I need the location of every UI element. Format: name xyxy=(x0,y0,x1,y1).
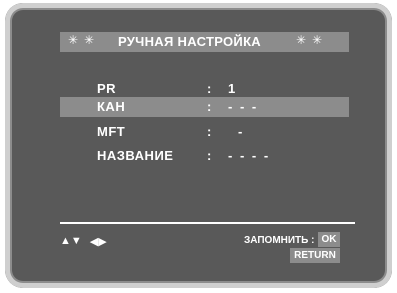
row-colon: : xyxy=(207,99,212,114)
menu-row-name[interactable]: НАЗВАНИЕ : - - - - xyxy=(60,146,349,166)
menu-row-pr[interactable]: PR : 1 xyxy=(60,79,349,99)
left-right-arrows-icon: ◀▶ xyxy=(89,236,107,248)
row-value: 1 xyxy=(228,81,238,96)
snowflake-icon: ✳ xyxy=(68,33,79,47)
row-colon: : xyxy=(207,81,212,96)
row-colon: : xyxy=(207,124,212,139)
menu-title-bar: ✳ ✳ РУЧНАЯ НАСТРОЙКА ✳ ✳ xyxy=(60,32,349,52)
menu-title: РУЧНАЯ НАСТРОЙКА xyxy=(118,34,261,49)
ok-button[interactable]: OK xyxy=(318,232,340,247)
save-label: ЗАПОМНИТЬ : xyxy=(244,235,315,246)
row-colon: : xyxy=(207,148,212,163)
row-label: НАЗВАНИЕ xyxy=(97,148,174,163)
navigation-hint: ▲▼ ◀▶ xyxy=(60,235,107,248)
menu-row-channel[interactable]: КАН : - - - xyxy=(60,97,349,117)
snowflake-icon: ✳ xyxy=(84,33,95,47)
return-button[interactable]: RETURN xyxy=(290,248,340,263)
snowflake-icon: ✳ xyxy=(296,33,307,47)
row-label: PR xyxy=(97,81,117,96)
row-value: - xyxy=(238,124,245,139)
row-label: MFT xyxy=(97,124,126,139)
row-label: КАН xyxy=(97,99,126,114)
snowflake-icon: ✳ xyxy=(312,33,323,47)
up-down-arrows-icon: ▲▼ xyxy=(60,235,82,247)
footer-divider xyxy=(60,222,355,224)
row-value: - - - - xyxy=(228,148,271,163)
row-value: - - - xyxy=(228,99,259,114)
menu-row-mft[interactable]: MFT : - xyxy=(60,122,349,142)
